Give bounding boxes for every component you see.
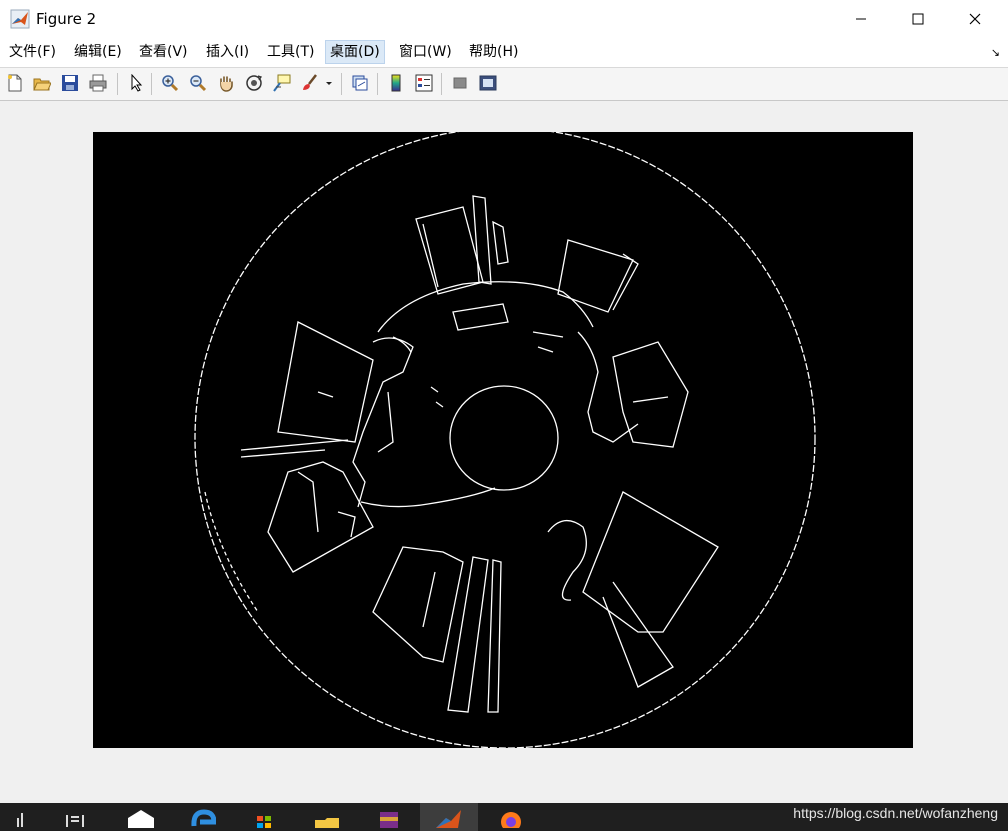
minimize-button[interactable] xyxy=(838,0,884,38)
menu-desktop[interactable]: 桌面(D) xyxy=(325,40,385,64)
mail-app-icon xyxy=(128,810,154,828)
task-view-button[interactable] xyxy=(46,803,104,831)
menu-bar: 文件(F) 编辑(E) 查看(V) 插入(I) 工具(T) 桌面(D) 窗口(W… xyxy=(0,38,1008,68)
link-plot-icon xyxy=(352,75,368,91)
menu-file[interactable]: 文件(F) xyxy=(5,41,60,63)
pointer-button[interactable] xyxy=(125,72,147,94)
zoom-in-icon xyxy=(162,75,179,92)
menu-tools[interactable]: 工具(T) xyxy=(263,41,318,63)
new-figure-icon xyxy=(8,74,22,92)
close-button[interactable] xyxy=(952,0,998,38)
watermark-text: https://blog.csdn.net/wofanzheng xyxy=(793,805,998,821)
menu-view[interactable]: 查看(V) xyxy=(135,41,192,63)
maximize-icon xyxy=(912,13,924,25)
toolbar-separator xyxy=(117,73,118,95)
brush-dropdown-button[interactable] xyxy=(322,72,336,94)
menu-edit[interactable]: 编辑(E) xyxy=(70,41,126,63)
file-explorer-button[interactable] xyxy=(298,803,356,831)
brush-dropdown-icon xyxy=(326,82,332,85)
save-icon xyxy=(62,75,78,91)
save-button[interactable] xyxy=(59,72,81,94)
title-bar: Figure 2 xyxy=(0,0,1008,38)
brush-icon xyxy=(303,74,317,90)
print-button[interactable] xyxy=(87,72,109,94)
search-button[interactable] xyxy=(0,803,44,831)
winrar-button[interactable] xyxy=(360,803,418,831)
print-icon xyxy=(89,74,107,92)
data-cursor-icon xyxy=(273,74,291,92)
show-plot-tools-icon xyxy=(479,75,497,91)
edge-browser-icon xyxy=(191,809,216,827)
matlab-icon xyxy=(436,810,461,828)
edge-browser-button[interactable] xyxy=(174,803,232,831)
link-plot-button[interactable] xyxy=(349,72,371,94)
hide-plot-tools-icon xyxy=(453,77,467,89)
edge-detection-image xyxy=(93,132,913,748)
matlab-icon xyxy=(10,9,30,29)
maximize-button[interactable] xyxy=(895,0,941,38)
file-explorer-icon xyxy=(315,818,339,828)
zoom-out-icon xyxy=(190,75,207,92)
toolbar-separator xyxy=(441,73,442,95)
close-icon xyxy=(969,13,981,25)
toolbar-separator xyxy=(151,73,152,95)
menu-help[interactable]: 帮助(H) xyxy=(465,41,522,63)
menu-insert[interactable]: 插入(I) xyxy=(202,41,253,63)
data-cursor-button[interactable] xyxy=(271,72,293,94)
show-plot-tools-button[interactable] xyxy=(477,72,499,94)
rotate-3d-icon xyxy=(246,75,263,91)
toolbar-separator xyxy=(341,73,342,95)
pan-button[interactable] xyxy=(215,72,237,94)
figure-toolbar xyxy=(0,68,1008,101)
open-file-icon xyxy=(33,78,51,91)
insert-legend-button[interactable] xyxy=(413,72,435,94)
hide-plot-tools-button[interactable] xyxy=(449,72,471,94)
rotate-3d-button[interactable] xyxy=(243,72,265,94)
pan-hand-icon xyxy=(220,76,233,92)
firefox-button[interactable] xyxy=(482,803,540,831)
window-title: Figure 2 xyxy=(36,10,97,28)
undock-arrow-icon[interactable]: ↘ xyxy=(991,46,1000,59)
windows-taskbar: https://blog.csdn.net/wofanzheng xyxy=(0,803,1008,831)
taskbar-app[interactable] xyxy=(112,803,170,831)
new-figure-button[interactable] xyxy=(4,72,26,94)
winrar-icon xyxy=(380,812,398,828)
zoom-in-button[interactable] xyxy=(159,72,181,94)
brush-button[interactable] xyxy=(299,72,321,94)
menu-window[interactable]: 窗口(W) xyxy=(395,41,456,63)
task-view-icon xyxy=(66,815,84,827)
zoom-out-button[interactable] xyxy=(187,72,209,94)
store-icon xyxy=(257,816,271,828)
matlab-taskbar-button[interactable] xyxy=(420,803,478,831)
toolbar-separator xyxy=(377,73,378,95)
pointer-icon xyxy=(131,74,143,92)
store-button[interactable] xyxy=(236,803,294,831)
minimize-icon xyxy=(856,18,866,20)
open-file-button[interactable] xyxy=(31,72,53,94)
search-icon xyxy=(17,813,23,827)
insert-colorbar-button[interactable] xyxy=(385,72,407,94)
insert-colorbar-icon xyxy=(391,74,401,92)
firefox-icon xyxy=(501,812,521,828)
insert-legend-icon xyxy=(415,74,433,92)
image-background xyxy=(93,132,913,748)
